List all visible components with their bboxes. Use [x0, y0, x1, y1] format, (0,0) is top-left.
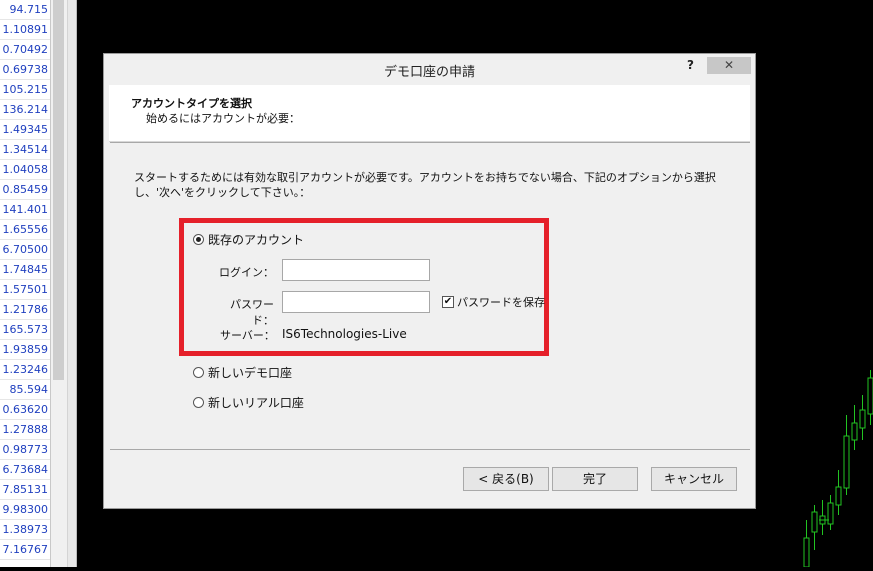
price-list-item[interactable]: 105.215	[0, 80, 50, 100]
radio-new-demo[interactable]	[193, 367, 204, 378]
wizard-step-title: アカウントタイプを選択	[131, 97, 252, 110]
price-list-item[interactable]: 1.57501	[0, 280, 50, 300]
cancel-button[interactable]: キャンセル	[651, 467, 737, 491]
panel-splitter[interactable]	[68, 0, 77, 567]
price-list-item[interactable]: 0.70492	[0, 40, 50, 60]
option-new-demo[interactable]: 新しいデモ口座	[193, 364, 292, 381]
price-list-item[interactable]: 1.93859	[0, 340, 50, 360]
back-button[interactable]: < 戻る(B)	[463, 467, 549, 491]
price-list-item[interactable]: 7.16767	[0, 540, 50, 560]
price-list-item[interactable]: 1.10891	[0, 20, 50, 40]
price-list-item[interactable]: 0.85459	[0, 180, 50, 200]
save-password-checkbox[interactable]: ✔	[442, 296, 454, 308]
divider	[110, 142, 750, 143]
scrollbar-thumb[interactable]	[53, 0, 64, 380]
candle	[811, 511, 818, 533]
price-list-item[interactable]: 1.38973	[0, 520, 50, 540]
divider	[110, 449, 750, 450]
option-new-demo-label: 新しいデモ口座	[208, 366, 293, 380]
candle	[867, 377, 873, 415]
wizard-step-subtitle: 始めるにはアカウントが必要：	[146, 112, 300, 125]
price-list-item[interactable]: 6.70500	[0, 240, 50, 260]
price-list-item[interactable]: 136.214	[0, 100, 50, 120]
password-input[interactable]	[282, 291, 430, 313]
price-list-item[interactable]: 1.27888	[0, 420, 50, 440]
price-list-item[interactable]: 85.594	[0, 380, 50, 400]
login-label: ログイン：	[219, 266, 274, 279]
option-new-real[interactable]: 新しいリアル口座	[193, 394, 304, 411]
candle	[859, 409, 866, 429]
price-list-item[interactable]: 1.04058	[0, 160, 50, 180]
option-existing-account[interactable]: 既存のアカウント	[193, 231, 304, 248]
candle	[803, 537, 810, 568]
option-new-real-label: 新しいリアル口座	[208, 396, 304, 410]
dialog-titlebar[interactable]: デモ口座の申請 ? ✕	[104, 54, 755, 84]
server-value: IS6Technologies-Live	[282, 327, 407, 341]
price-list-scrollbar[interactable]	[51, 0, 68, 567]
login-input[interactable]	[282, 259, 430, 281]
price-list-item[interactable]: 0.69738	[0, 60, 50, 80]
candle	[851, 422, 858, 441]
price-list-item[interactable]: 165.573	[0, 320, 50, 340]
finish-button[interactable]: 完了	[552, 467, 638, 491]
demo-account-dialog: デモ口座の申請 ? ✕ アカウントタイプを選択 始めるにはアカウントが必要： ス…	[103, 53, 756, 509]
wizard-header: アカウントタイプを選択 始めるにはアカウントが必要：	[109, 85, 750, 142]
dialog-title: デモ口座の申請	[383, 65, 475, 80]
price-list-item[interactable]: 1.74845	[0, 260, 50, 280]
price-list-item[interactable]: 94.715	[0, 0, 50, 20]
candle	[827, 502, 834, 525]
price-list-item[interactable]: 141.401	[0, 200, 50, 220]
save-password-option[interactable]: ✔ パスワードを保存	[442, 294, 545, 310]
price-list-item[interactable]: 6.73684	[0, 460, 50, 480]
close-icon: ✕	[723, 58, 735, 72]
radio-existing-account[interactable]	[193, 234, 204, 245]
price-list-item[interactable]: 1.65556	[0, 220, 50, 240]
price-list-item[interactable]: 7.85131	[0, 480, 50, 500]
price-list-item[interactable]: 0.98773	[0, 440, 50, 460]
price-list-item[interactable]: 1.21786	[0, 300, 50, 320]
server-label: サーバー：	[220, 329, 275, 342]
help-button[interactable]: ?	[687, 58, 694, 72]
candle	[835, 486, 842, 506]
radio-new-real[interactable]	[193, 397, 204, 408]
password-label: パスワード：	[230, 298, 274, 327]
price-list-item[interactable]: 0.63620	[0, 400, 50, 420]
price-list-item[interactable]: 1.34514	[0, 140, 50, 160]
candle	[843, 435, 850, 489]
price-list-panel: 94.715 1.10891 0.70492 0.69738 105.215 136.21…	[0, 0, 51, 567]
price-list-item[interactable]: 9.98300	[0, 500, 50, 520]
price-list-item[interactable]: 1.23246	[0, 360, 50, 380]
option-existing-account-label: 既存のアカウント	[208, 233, 305, 247]
price-list-item[interactable]: 1.49345	[0, 120, 50, 140]
close-button[interactable]: ✕	[707, 57, 751, 74]
intro-text: スタートするためには有効な取引アカウントが必要です。アカウントをお持ちでない場合…	[134, 171, 716, 199]
save-password-label: パスワードを保存	[457, 296, 545, 309]
